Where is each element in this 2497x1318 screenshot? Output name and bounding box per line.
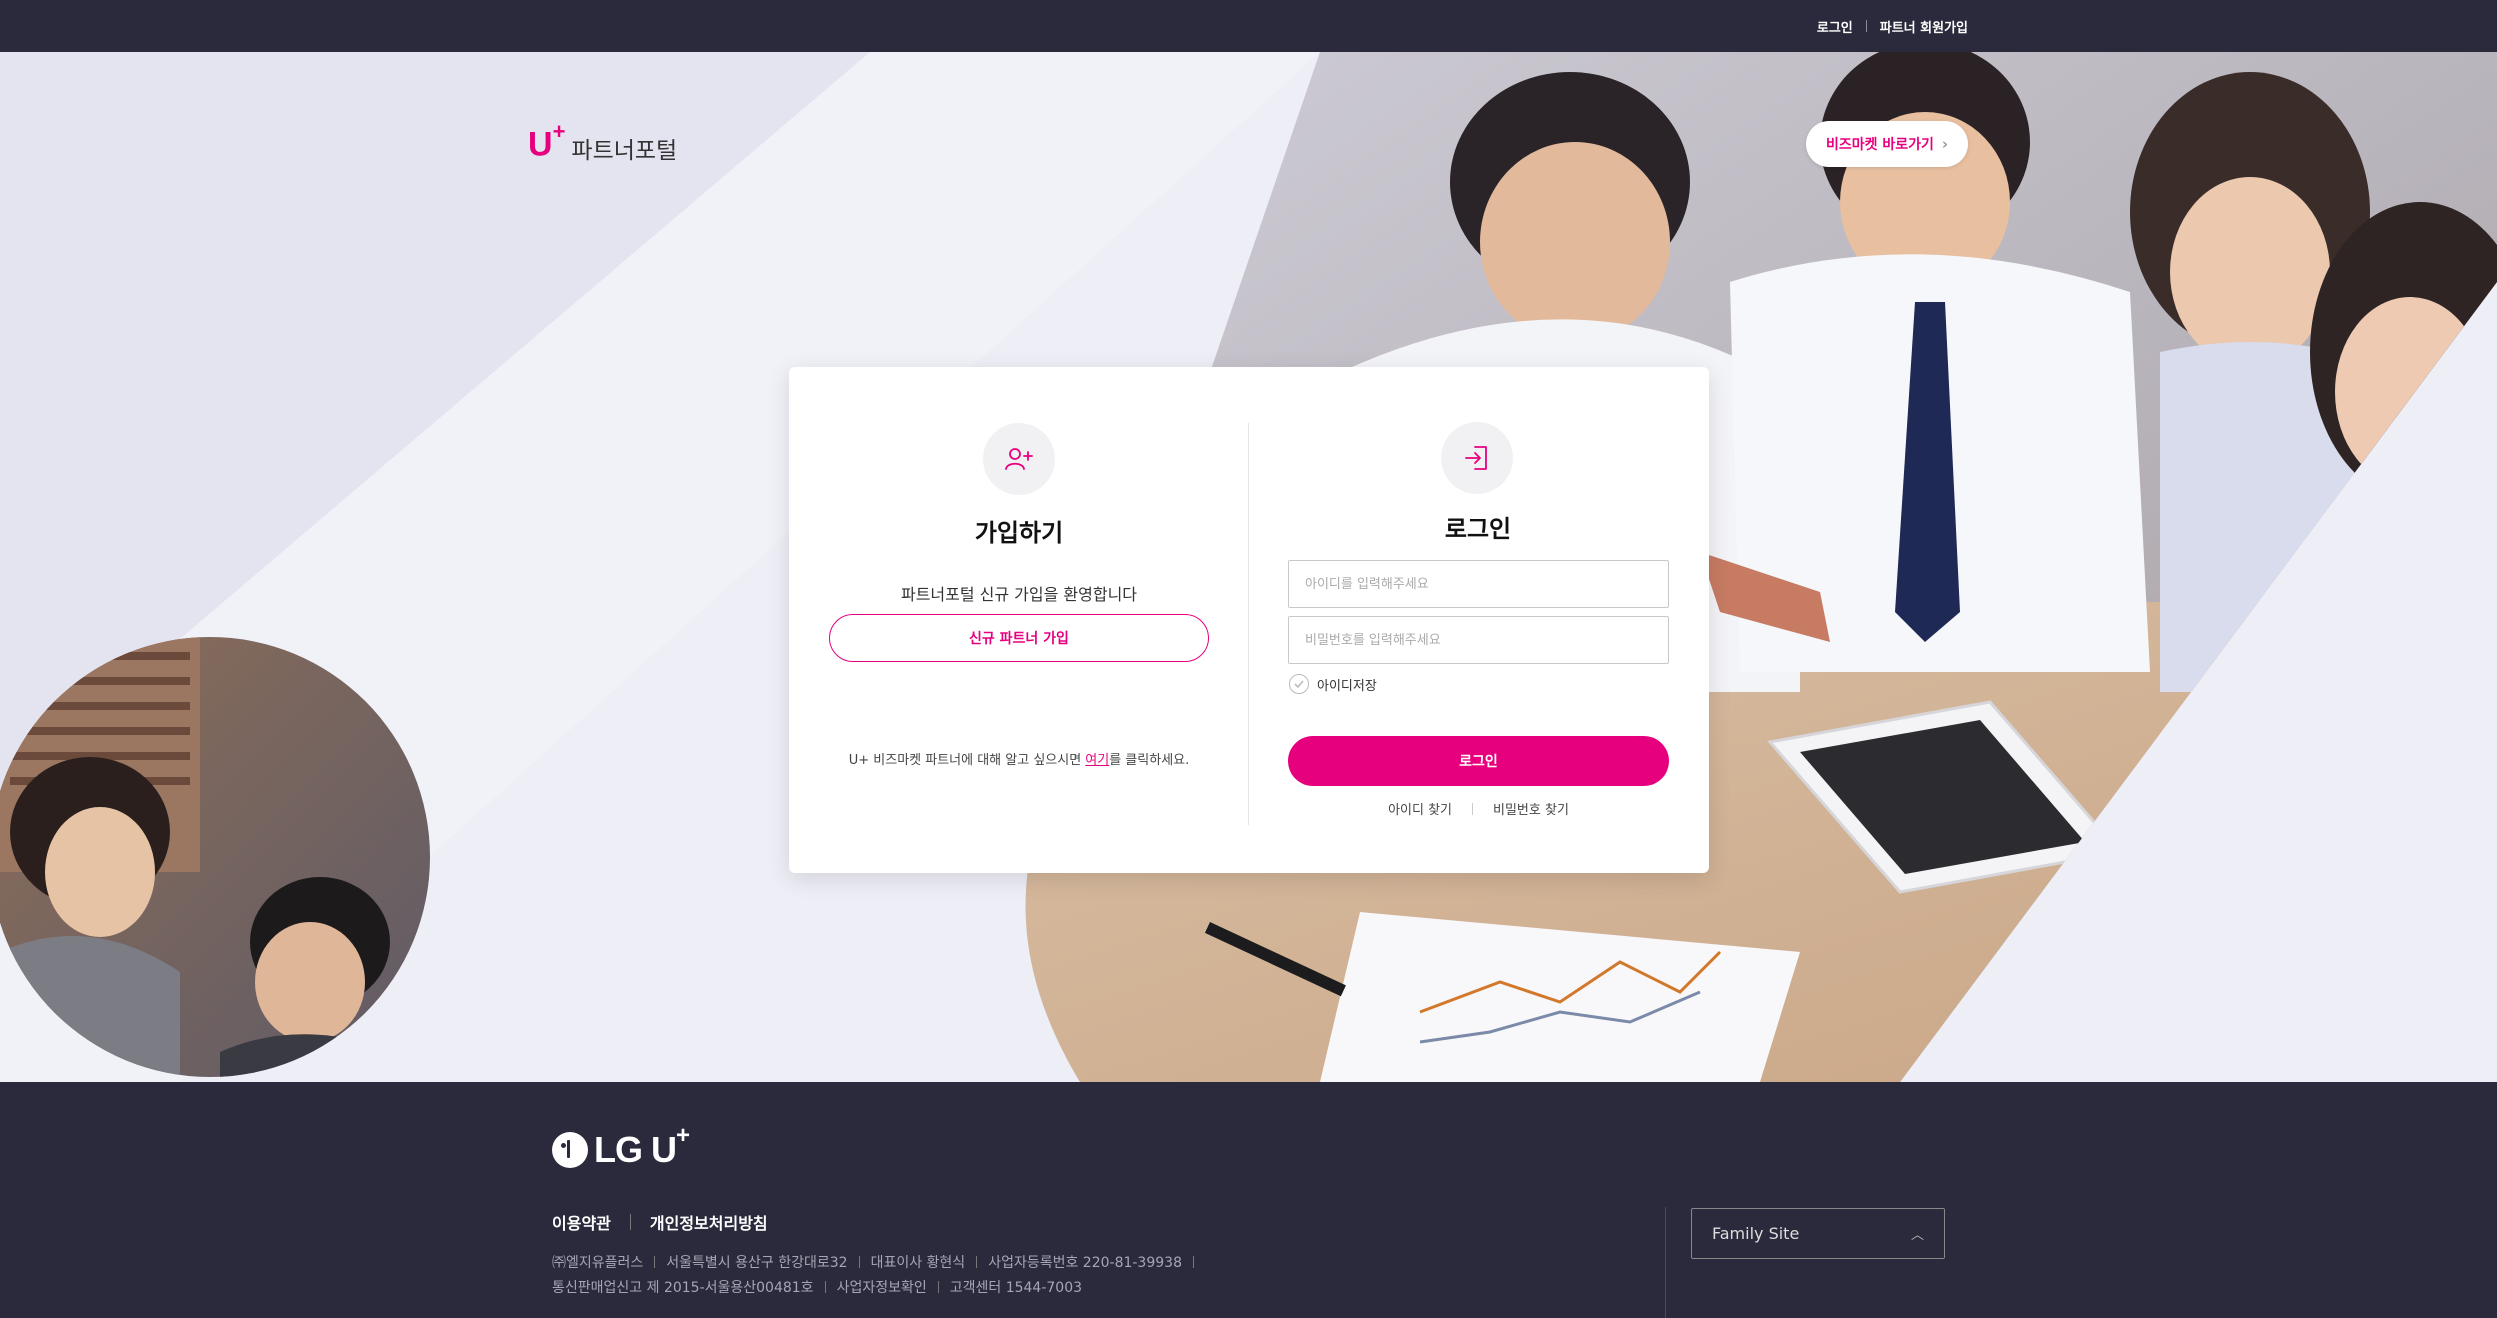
customer-center: 고객센터 1544-7003 — [949, 1280, 1083, 1296]
company-ceo: 대표이사 황현식 — [870, 1255, 966, 1271]
hero-section: U+ 파트너포털 비즈마켓 바로가기 › 가입하기 파트너포털 신규 가입을 환… — [0, 52, 2497, 1082]
privacy-policy-link[interactable]: 개인정보처리방침 — [650, 1210, 768, 1234]
uplus-logo-mark: U+ — [528, 119, 566, 164]
footer: LG U+ 이용약관 개인정보처리방침 ㈜엘지유플러스 서울특별시 용산구 한강… — [0, 1082, 2497, 1318]
info-divider — [858, 1256, 860, 1268]
card-divider — [1248, 423, 1249, 825]
family-site-label: Family Site — [1712, 1224, 1800, 1243]
business-info-check-link[interactable]: 사업자정보확인 — [837, 1277, 927, 1297]
info-divider — [1192, 1256, 1194, 1268]
find-account-links: 아이디 찾기 비밀번호 찾기 — [1288, 799, 1669, 818]
biz-market-button-label: 비즈마켓 바로가기 — [1825, 137, 1934, 153]
biz-market-button[interactable]: 비즈마켓 바로가기 › — [1806, 121, 1968, 167]
top-login-link[interactable]: 로그인 — [1817, 17, 1853, 36]
family-site-select[interactable]: Family Site ︿ — [1691, 1208, 1945, 1259]
join-title: 가입하기 — [974, 519, 1064, 547]
chevron-right-icon: › — [1941, 135, 1949, 153]
lg-face-icon — [552, 1131, 588, 1168]
company-name: ㈜엘지유플러스 — [552, 1255, 644, 1271]
top-signup-link[interactable]: 파트너 회원가입 — [1880, 17, 1968, 36]
business-registration-number: 사업자등록번호 220-81-39938 — [988, 1255, 1182, 1271]
id-input[interactable] — [1288, 560, 1669, 608]
portal-logo[interactable]: U+ 파트너포털 — [528, 119, 678, 165]
login-icon — [1441, 422, 1513, 494]
find-links-divider — [1472, 802, 1474, 815]
info-divider — [824, 1281, 826, 1293]
password-input[interactable] — [1288, 616, 1669, 664]
lguplus-logo-text: LG U+ — [594, 1122, 690, 1170]
lguplus-logo: LG U+ — [552, 1122, 690, 1171]
find-password-link[interactable]: 비밀번호 찾기 — [1493, 799, 1569, 818]
info-divider — [976, 1256, 978, 1268]
add-user-icon — [983, 423, 1055, 495]
info-divider — [937, 1281, 939, 1293]
partner-info-text: U+ 비즈마켓 파트너에 대해 알고 싶으시면 여기를 클릭하세요. — [848, 753, 1190, 768]
top-nav: 로그인 파트너 회원가입 — [1817, 0, 1968, 52]
footer-divider — [1665, 1207, 1666, 1318]
login-button[interactable]: 로그인 — [1288, 736, 1669, 786]
footer-links-divider — [629, 1214, 631, 1230]
join-welcome-text: 파트너포털 신규 가입을 환영합니다 — [900, 585, 1138, 604]
portal-logo-name: 파트너포털 — [571, 138, 678, 164]
company-info-line-2: 통신판매업신고 제 2015-서울용산00481호 사업자정보확인 고객센터 1… — [552, 1277, 1082, 1297]
footer-links: 이용약관 개인정보처리방침 — [552, 1210, 768, 1234]
save-id-label: 아이디저장 — [1317, 678, 1377, 694]
company-info-line-1: ㈜엘지유플러스 서울특별시 용산구 한강대로32 대표이사 황현식 사업자등록번… — [552, 1252, 1205, 1272]
info-divider — [654, 1256, 656, 1268]
login-title: 로그인 — [1444, 515, 1512, 543]
chevron-up-icon: ︿ — [1910, 1228, 1924, 1243]
top-nav-divider — [1865, 20, 1867, 32]
mail-order-registration: 통신판매업신고 제 2015-서울용산00481호 — [552, 1280, 814, 1296]
partner-info-link[interactable]: 여기 — [1085, 753, 1109, 768]
auth-card: 가입하기 파트너포털 신규 가입을 환영합니다 신규 파트너 가입 U+ 비즈마… — [789, 367, 1709, 873]
company-address: 서울특별시 용산구 한강대로32 — [666, 1255, 848, 1271]
check-icon — [1289, 674, 1309, 694]
top-bar: 로그인 파트너 회원가입 — [0, 0, 2497, 52]
new-partner-join-button[interactable]: 신규 파트너 가입 — [829, 614, 1209, 662]
save-id-checkbox[interactable]: 아이디저장 — [1289, 674, 1377, 694]
terms-link[interactable]: 이용약관 — [552, 1210, 611, 1234]
find-id-link[interactable]: 아이디 찾기 — [1388, 799, 1452, 818]
